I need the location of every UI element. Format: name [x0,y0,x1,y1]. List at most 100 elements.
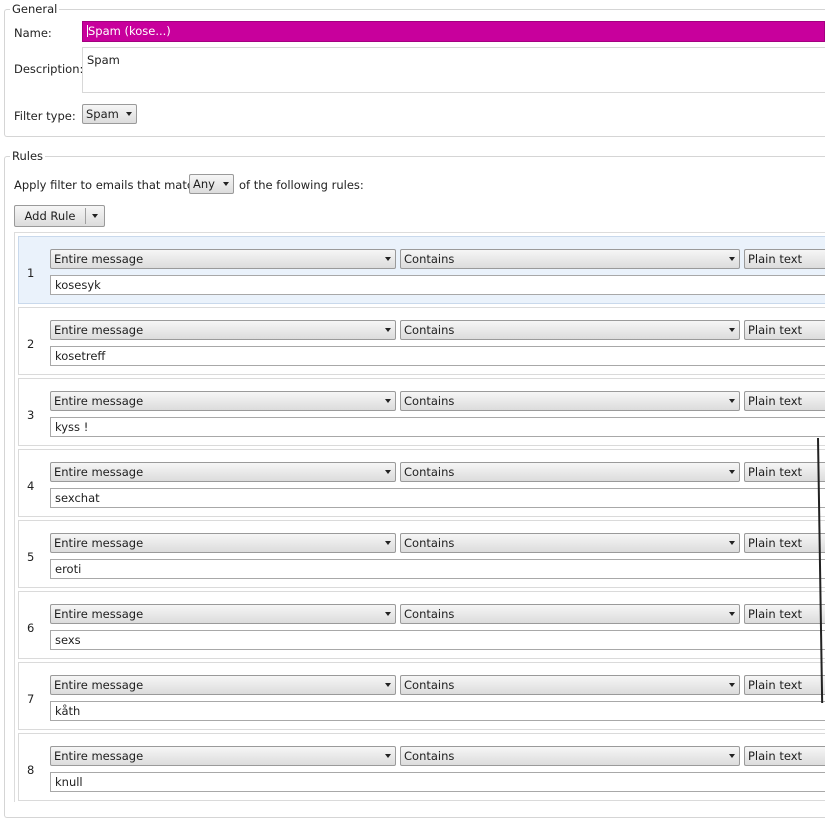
apply-filter-suffix: of the following rules: [239,178,364,192]
chevron-down-icon [729,328,735,332]
chevron-down-icon [223,182,229,186]
rule-value-input[interactable]: sexchat [50,488,825,508]
chevron-down-icon[interactable] [92,214,98,218]
rule-field-value: Entire message [54,536,144,550]
rule-field-select[interactable]: Entire message [50,462,396,482]
rule-row[interactable]: 1 Entire message Contains Plain text kosesyk [18,236,825,304]
rule-number: 2 [27,337,35,351]
rule-operator-value: Contains [404,465,455,479]
rule-field-value: Entire message [54,749,144,763]
rule-operator-select[interactable]: Contains [400,391,740,411]
rule-mode-value: Plain text [748,678,803,692]
rule-operator-value: Contains [404,252,455,266]
rule-row[interactable]: 2 Entire message Contains Plain text kosetre… [18,307,825,375]
rule-mode-select[interactable]: Plain text [744,533,825,553]
rule-field-value: Entire message [54,252,144,266]
rule-value-input[interactable]: kåth [50,701,825,721]
rule-value-input[interactable]: kosesyk [50,275,825,295]
rule-number: 7 [27,692,35,706]
description-input[interactable]: Spam [82,47,825,93]
rule-mode-select[interactable]: Plain text [744,249,825,269]
chevron-down-icon [385,257,391,261]
rule-mode-select[interactable]: Plain text [744,462,825,482]
rules-list: 1 Entire message Contains Plain text kosesyk… [14,232,825,802]
rule-value-input[interactable]: sexs [50,630,825,650]
rule-field-select[interactable]: Entire message [50,604,396,624]
chevron-down-icon [729,683,735,687]
rule-value-input[interactable]: eroti [50,559,825,579]
chevron-down-icon [385,541,391,545]
rule-field-select[interactable]: Entire message [50,746,396,766]
rule-mode-value: Plain text [748,536,803,550]
rule-mode-value: Plain text [748,607,803,621]
chevron-down-icon [729,470,735,474]
rule-mode-value: Plain text [748,465,803,479]
rule-row[interactable]: 3 Entire message Contains Plain text kyss ! [18,378,825,446]
filter-type-select[interactable]: Spam [82,104,137,124]
chevron-down-icon [729,399,735,403]
rule-row[interactable]: 5 Entire message Contains Plain text eroti [18,520,825,588]
chevron-down-icon [385,612,391,616]
match-select[interactable]: Any [189,174,234,194]
rule-row[interactable]: 6 Entire message Contains Plain text sexs [18,591,825,659]
chevron-down-icon [729,257,735,261]
rule-row[interactable]: 4 Entire message Contains Plain text sexchat [18,449,825,517]
name-input[interactable]: Spam (kose...) [82,21,825,42]
name-input-value: Spam (kose...) [88,24,171,38]
rule-number: 8 [27,763,35,777]
rule-number: 3 [27,408,35,422]
rule-operator-value: Contains [404,394,455,408]
rule-mode-select[interactable]: Plain text [744,320,825,340]
rule-operator-value: Contains [404,536,455,550]
filter-type-value: Spam [86,107,119,121]
rule-operator-select[interactable]: Contains [400,746,740,766]
rule-value-input[interactable]: kyss ! [50,417,825,437]
rule-operator-select[interactable]: Contains [400,320,740,340]
rule-operator-select[interactable]: Contains [400,675,740,695]
chevron-down-icon [729,754,735,758]
rule-operator-value: Contains [404,678,455,692]
rule-operator-value: Contains [404,749,455,763]
rule-mode-value: Plain text [748,323,803,337]
apply-filter-prefix: Apply filter to emails that match [14,178,201,192]
rule-field-select[interactable]: Entire message [50,675,396,695]
rule-mode-value: Plain text [748,252,803,266]
add-rule-split-button[interactable]: Add Rule [14,205,105,227]
chevron-down-icon [729,541,735,545]
chevron-down-icon [385,683,391,687]
rule-row[interactable]: 8 Entire message Contains Plain text knull [18,733,825,801]
rule-operator-select[interactable]: Contains [400,604,740,624]
rule-mode-select[interactable]: Plain text [744,675,825,695]
add-rule-button[interactable]: Add Rule [15,206,85,226]
description-label: Description: [14,62,84,76]
match-value: Any [193,177,215,191]
rule-row[interactable]: 7 Entire message Contains Plain text kåth [18,662,825,730]
rule-field-select[interactable]: Entire message [50,533,396,553]
rule-operator-value: Contains [404,323,455,337]
rule-value-input[interactable]: knull [50,772,825,792]
rule-number: 1 [27,266,35,280]
rule-field-value: Entire message [54,678,144,692]
chevron-down-icon [729,612,735,616]
rule-field-select[interactable]: Entire message [50,249,396,269]
rule-operator-value: Contains [404,607,455,621]
rule-field-value: Entire message [54,607,144,621]
rule-field-value: Entire message [54,394,144,408]
chevron-down-icon [385,754,391,758]
rule-operator-select[interactable]: Contains [400,533,740,553]
rule-field-select[interactable]: Entire message [50,391,396,411]
rule-value-input[interactable]: kosetreff [50,346,825,366]
rule-operator-select[interactable]: Contains [400,249,740,269]
chevron-down-icon [385,470,391,474]
general-legend: General [10,2,60,16]
rule-operator-select[interactable]: Contains [400,462,740,482]
rule-mode-value: Plain text [748,749,803,763]
rule-mode-value: Plain text [748,394,803,408]
rule-number: 6 [27,621,35,635]
rule-mode-select[interactable]: Plain text [744,391,825,411]
name-label: Name: [14,26,52,40]
rule-mode-select[interactable]: Plain text [744,604,825,624]
rule-field-select[interactable]: Entire message [50,320,396,340]
chevron-down-icon [385,399,391,403]
rule-mode-select[interactable]: Plain text [744,746,825,766]
